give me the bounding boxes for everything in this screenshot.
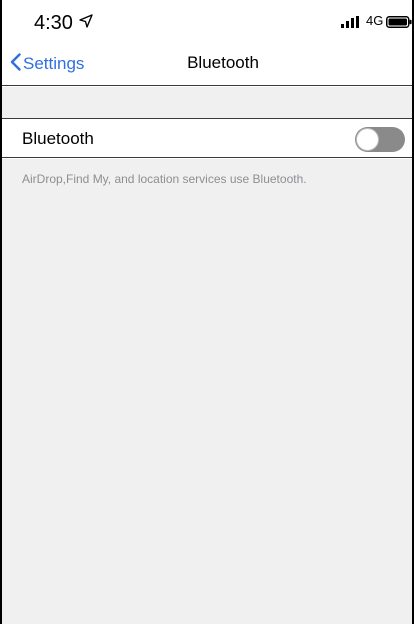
status-bar: 4:30 4G [2,0,412,40]
page-title: Bluetooth [187,53,259,72]
battery-icon [386,15,412,33]
bluetooth-row-label: Bluetooth [22,129,94,148]
location-arrow-icon [79,14,93,33]
phone-screen: 4:30 4G Settings Bluetooth Bluetooth Air… [0,0,414,624]
group-footer: AirDrop,Find My, and location services u… [2,159,412,624]
toggle-knob [356,128,379,151]
bluetooth-row: Bluetooth [2,120,412,158]
status-time: 4:30 [34,12,73,34]
bluetooth-toggle[interactable] [355,127,405,152]
navigation-bar: Settings Bluetooth [2,40,412,86]
group-header-spacer [2,87,412,119]
network-type: 4G [366,13,384,28]
signal-bars-icon [341,15,361,33]
bluetooth-footer-description: AirDrop,Find My, and location services u… [22,172,307,186]
